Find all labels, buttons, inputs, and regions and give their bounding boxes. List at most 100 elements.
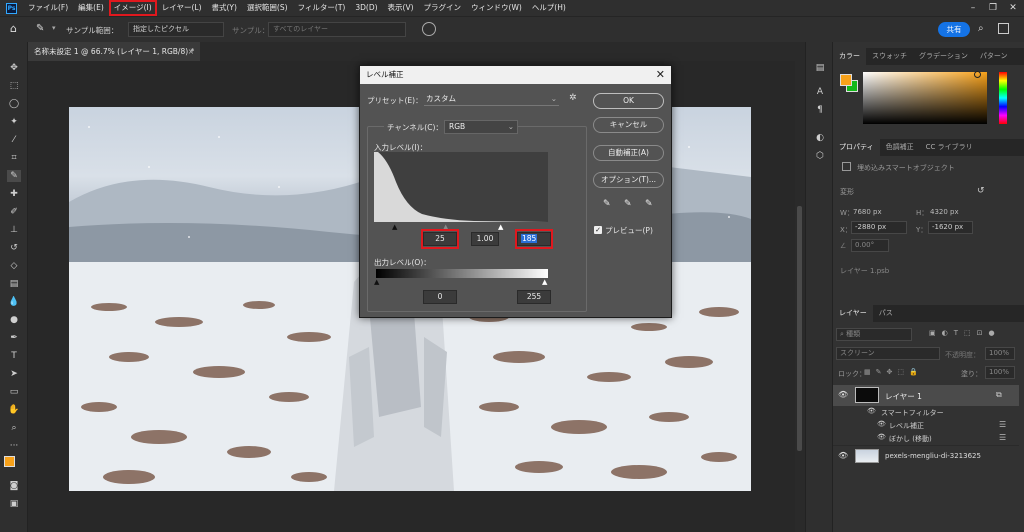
tab-patterns[interactable]: パターン [974,48,1014,65]
menu-window[interactable]: ウィンドウ(W) [466,0,527,16]
scroll-thumb[interactable] [797,206,802,451]
white-eyedropper-icon[interactable]: ✎ [645,199,653,209]
auto-button[interactable]: 自動補正(A) [593,145,664,161]
tab-cc-libraries[interactable]: CC ライブラリ [920,139,979,156]
clone-stamp-icon[interactable]: ⊥ [7,224,21,236]
channel-select[interactable]: RGB ⌄ [444,120,518,134]
eyedropper-tool-icon[interactable]: ✎ [36,23,50,35]
zoom-tool-icon[interactable]: ⌕ [7,422,21,434]
screen-mode-icon[interactable]: ▣ [7,498,21,510]
reset-icon[interactable]: ↺ [977,186,985,196]
tab-layers[interactable]: レイヤー [833,305,873,322]
menu-plugins[interactable]: プラグイン [419,0,467,16]
menu-file[interactable]: ファイル(F) [23,0,73,16]
h-value[interactable]: 4320 px [930,208,959,216]
menu-help[interactable]: ヘルプ(H) [527,0,571,16]
w-value[interactable]: 7680 px [853,208,882,216]
close-window-icon[interactable]: ✕ [1006,2,1020,14]
eraser-tool-icon[interactable]: ◇ [7,260,21,272]
tab-gradients[interactable]: グラデーション [913,48,974,65]
preset-select[interactable]: カスタム ⌄ [424,92,559,106]
minimize-icon[interactable]: – [966,2,980,14]
menu-type[interactable]: 書式(Y) [207,0,242,16]
magic-wand-icon[interactable]: ⁄ [7,134,21,146]
lock-icons[interactable]: ▦✎✥⬚🔒 [864,368,923,376]
y-field[interactable]: -1620 px [928,221,973,234]
sample-select[interactable]: すべてのレイヤー [268,22,406,37]
home-icon[interactable]: ⌂ [10,23,22,35]
chevron-down-icon[interactable]: ▾ [52,24,56,32]
menu-edit[interactable]: 編集(E) [73,0,109,16]
search-icon[interactable]: ⌕ [978,23,984,34]
layer-row[interactable]: 👁 pexels-mengliu-di-3213625 [833,445,1019,465]
dodge-tool-icon[interactable]: ● [7,314,21,326]
tab-properties[interactable]: プロパティ [833,139,880,156]
layer-filter-icons[interactable]: ▣◐T⬚⊡● [929,329,1001,337]
quick-mask-icon[interactable]: ◙ [7,480,21,492]
history-panel-icon[interactable]: ▤ [813,62,827,74]
visibility-eye-icon[interactable]: 👁 [877,420,886,428]
filter-options-icon[interactable]: ☰ [999,420,1006,429]
history-brush-icon[interactable]: ↺ [7,242,21,254]
output-black-field[interactable]: 0 [423,290,457,304]
tab-adjustments[interactable]: 色調補正 [880,139,920,156]
paragraph-panel-icon[interactable]: ¶ [813,104,827,116]
rectangle-tool-icon[interactable]: ▭ [7,386,21,398]
fill-field[interactable]: 100% [985,366,1015,379]
gray-eyedropper-icon[interactable]: ✎ [624,199,632,209]
output-white-slider-icon[interactable]: ▲ [542,278,547,286]
lasso-tool-icon[interactable]: ◯ [7,98,21,110]
black-eyedropper-icon[interactable]: ✎ [603,199,611,209]
foreground-color-swatch[interactable] [4,456,15,467]
output-black-slider-icon[interactable]: ▲ [374,278,379,286]
filter-row-levels[interactable]: 👁 レベル補正 ☰ [833,419,1019,432]
styles-panel-icon[interactable]: ⬡ [813,150,827,162]
healing-brush-icon[interactable]: ✚ [7,188,21,200]
layer-name[interactable]: レイヤー 1 [885,391,922,402]
input-gamma-field[interactable]: 1.00 [471,232,499,246]
vertical-scrollbar[interactable] [795,61,805,532]
black-point-slider-icon[interactable]: ▲ [392,223,397,231]
preset-gear-icon[interactable]: ✲ [569,93,577,103]
color-field[interactable] [863,72,987,124]
pen-tool-icon[interactable]: ✒ [7,332,21,344]
menu-3d[interactable]: 3D(D) [350,0,382,16]
white-point-slider-icon[interactable]: ▲ [498,223,503,231]
document-tab[interactable]: 名称未設定 1 @ 66.7% (レイヤー 1, RGB/8) * × [28,42,200,61]
close-tab-icon[interactable]: × [188,42,194,61]
blend-mode-select[interactable]: スクリーン [836,347,940,360]
marquee-tool-icon[interactable]: ⬚ [7,80,21,92]
ok-button[interactable]: OK [593,93,664,109]
cancel-button[interactable]: キャンセル [593,117,664,133]
visibility-eye-icon[interactable]: 👁 [877,433,886,441]
quick-select-tool-icon[interactable]: ✦ [7,116,21,128]
x-field[interactable]: -2880 px [851,221,907,234]
restore-icon[interactable]: ❐ [986,2,1000,14]
filter-row-blur[interactable]: 👁 ぼかし (移動) ☰ [833,432,1019,445]
crop-tool-icon[interactable]: ⌗ [7,152,21,164]
menu-filter[interactable]: フィルター(T) [293,0,351,16]
output-white-field[interactable]: 255 [517,290,551,304]
smart-filter-row[interactable]: 👁 スマートフィルター [833,406,1019,419]
layer-name[interactable]: pexels-mengliu-di-3213625 [885,452,981,460]
angle-field[interactable]: 0.00° [851,239,889,252]
tab-swatches[interactable]: スウォッチ [866,48,913,65]
visibility-eye-icon[interactable]: 👁 [838,451,848,460]
share-button[interactable]: 共有 [938,22,970,37]
gradient-tool-icon[interactable]: ▤ [7,278,21,290]
foreground-swatch[interactable] [840,74,852,86]
more-tools-icon[interactable]: ··· [7,440,21,452]
type-tool-icon[interactable]: T [7,350,21,362]
tab-color[interactable]: カラー [833,48,866,65]
visibility-eye-icon[interactable]: 👁 [838,390,848,399]
menu-view[interactable]: 表示(V) [383,0,419,16]
close-icon[interactable]: ✕ [656,68,665,82]
menu-image[interactable]: イメージ(I) [108,0,157,16]
tab-paths[interactable]: パス [873,305,899,322]
color-picker-cursor[interactable] [974,71,981,78]
menu-select[interactable]: 選択範囲(S) [242,0,293,16]
eyedropper-tool-icon[interactable]: ✎ [7,170,21,182]
options-button[interactable]: オプション(T)... [593,172,664,188]
filter-options-icon[interactable]: ☰ [999,433,1006,442]
blur-tool-icon[interactable]: 💧 [7,296,21,308]
